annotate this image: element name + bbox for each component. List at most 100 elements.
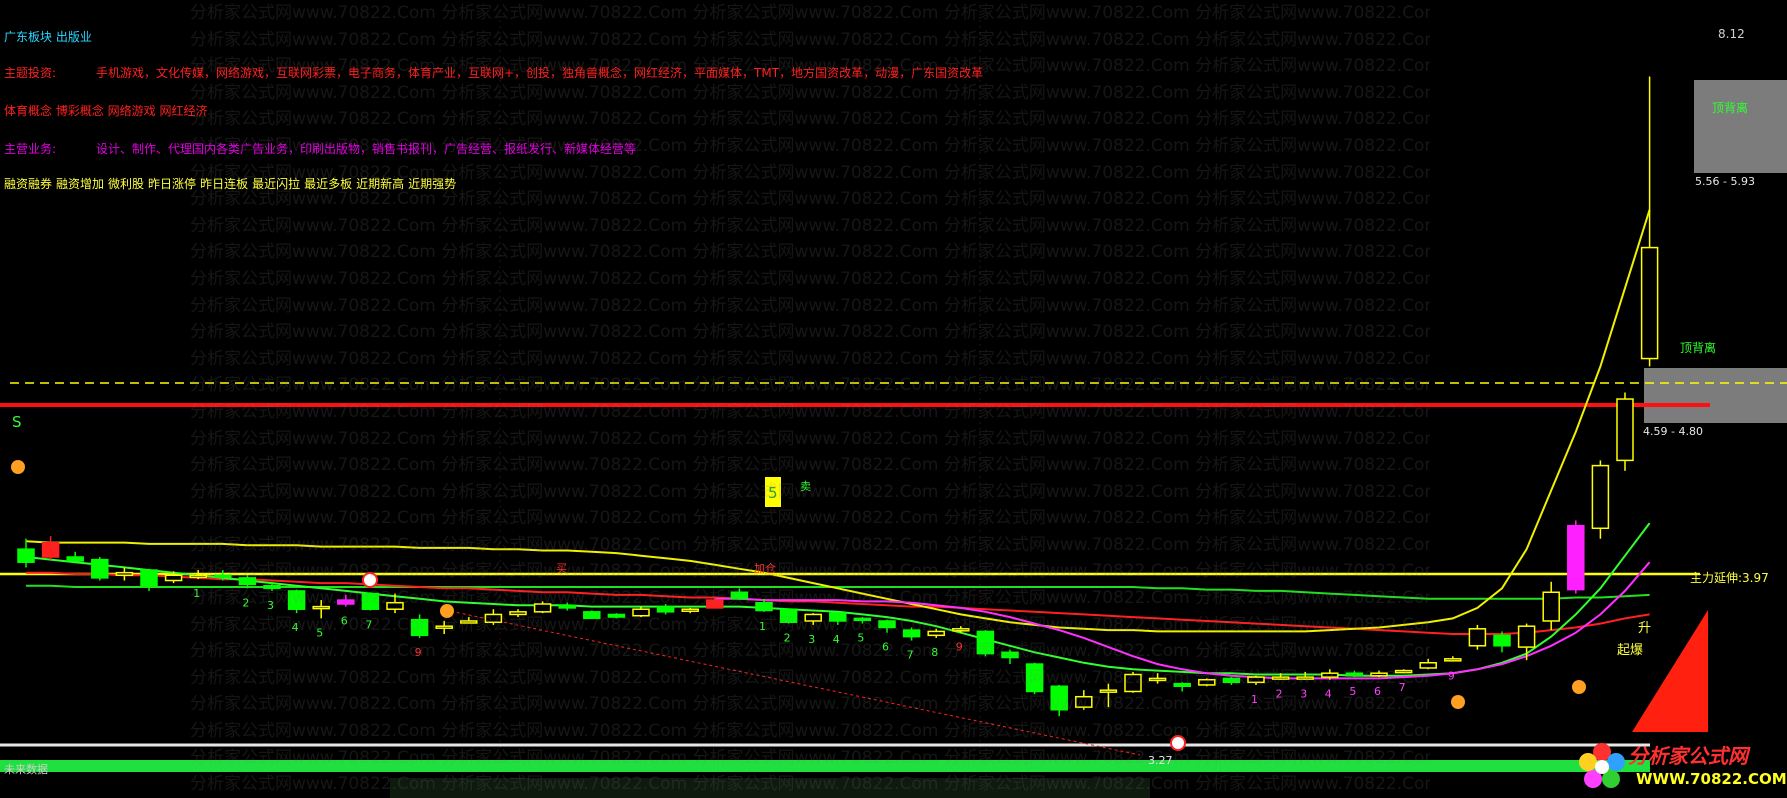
business-line: 主营业务: 设计、制作、代理国内各类广告业务，印刷出版物，销售书报刊，广告经营、报… — [4, 140, 636, 157]
candle-body — [706, 599, 724, 609]
candle-body — [583, 611, 601, 620]
candle-body — [1468, 628, 1487, 647]
td-count-label: 3 — [808, 633, 815, 646]
candle-body — [1050, 685, 1068, 711]
tag-item: 近期强势 — [408, 177, 457, 191]
td-count-label: 9 — [956, 641, 963, 654]
top-price-label: 8.12 — [1718, 27, 1745, 41]
future-data-label: 未来数据 — [4, 763, 48, 776]
logo-cn: 分析家公式网 — [1628, 744, 1748, 768]
td-count-label: 6 — [341, 615, 348, 628]
candle-body — [902, 629, 921, 638]
tags-line: 融资融券 融资增加 微利股 昨日涨停 昨日连板 最近闪拉 最近多板 近期新高 近期强势 — [4, 175, 460, 192]
surge-label: 起爆 — [1617, 643, 1643, 658]
td-count-label: 5 — [1349, 685, 1356, 698]
candle-body — [1517, 625, 1536, 648]
candle-body — [1173, 682, 1191, 688]
extend-label: 主力延伸:3.97 — [1690, 571, 1769, 585]
candle-body — [66, 556, 84, 562]
td-count-label: 7 — [365, 619, 372, 632]
candle-body — [238, 577, 257, 586]
candle-body — [164, 574, 183, 582]
td-count-label: 1 — [1251, 693, 1258, 706]
candle-body — [1124, 673, 1142, 693]
td-count-label: 7 — [907, 649, 914, 662]
divergence-label: 顶背离 — [1712, 100, 1748, 115]
business-value: 设计、制作、代理国内各类广告业务，印刷出版物，销售书报刊，广告经营、报纸发行、新… — [96, 142, 637, 156]
candle-body — [1493, 634, 1511, 647]
signal-circle — [1451, 695, 1465, 709]
candle-body — [189, 574, 207, 579]
td-count-label: 4 — [833, 633, 840, 646]
sector-label: 广东板块 出版业 — [4, 30, 92, 44]
candle-body — [1591, 464, 1610, 530]
candle-body — [1542, 591, 1560, 622]
candle-body — [1075, 695, 1093, 708]
td-count-label: 9 — [415, 646, 422, 659]
td-count-label: 4 — [292, 621, 299, 634]
signal-circle — [11, 460, 25, 474]
candle-body — [1444, 658, 1462, 662]
candle-body — [1001, 651, 1019, 659]
theme-value: 手机游戏，文化传媒，网络游戏，互联网彩票，电子商务，体育产业，互联网+，创投，独… — [96, 66, 984, 80]
candle-body — [17, 548, 35, 563]
zone-high-box — [1694, 80, 1787, 173]
candle-body — [632, 608, 650, 617]
candle-body — [878, 620, 896, 629]
td-count-label: 2 — [242, 596, 249, 609]
candle-body — [1640, 246, 1659, 360]
candle-body — [829, 612, 847, 622]
candle-body — [140, 569, 158, 587]
candle-body — [410, 618, 429, 637]
candle-body — [41, 541, 60, 558]
candle-body — [976, 630, 995, 655]
candle-body — [755, 601, 773, 612]
candle-body — [681, 608, 699, 612]
candle-body — [607, 613, 626, 618]
divergence-label: 顶背离 — [1680, 340, 1716, 355]
candle-body — [361, 592, 380, 610]
candle-body — [115, 571, 134, 577]
signal-circle — [440, 604, 454, 618]
candle-body — [312, 605, 330, 610]
candle-body — [1099, 689, 1118, 693]
td-count-label: 1 — [193, 587, 200, 600]
candle-body — [386, 601, 404, 610]
candle-body — [656, 605, 675, 613]
candle-body — [779, 608, 798, 624]
flower-icon — [1579, 743, 1625, 788]
tag-item: 融资融券 — [4, 177, 53, 191]
five-mark: 5 — [768, 484, 778, 502]
candle-body — [804, 613, 822, 622]
td-count-label: 4 — [1325, 688, 1332, 701]
candle-body — [1419, 662, 1437, 669]
sell-label: 卖 — [800, 480, 811, 493]
theme-key: 主题投资: — [4, 66, 57, 80]
concept-line: 体育概念 博彩概念 网络游戏 网红经济 — [4, 104, 208, 118]
td-count-label: 5 — [857, 632, 864, 645]
candle-body — [1222, 677, 1241, 684]
td-count-label: 8 — [931, 646, 938, 659]
candle-body — [1370, 672, 1388, 677]
signal-circle — [1572, 680, 1586, 694]
candle-body — [484, 613, 503, 624]
tag-item: 近期新高 — [356, 177, 405, 191]
zone-mid-label: 4.59 - 4.80 — [1643, 425, 1703, 438]
candle-body — [730, 591, 749, 600]
candle-body — [1247, 676, 1265, 684]
logo-url: WWW.70822.COM — [1636, 770, 1787, 788]
candle-body — [263, 584, 281, 590]
plus-circle — [362, 572, 378, 588]
tag-item: 融资增加 — [56, 177, 105, 191]
tag-item: 最近多板 — [304, 177, 353, 191]
tag-item: 昨日连板 — [200, 177, 249, 191]
candle-body — [533, 603, 552, 613]
td-count-label: 2 — [784, 632, 791, 645]
td-count-label: 6 — [882, 641, 889, 654]
candle-body — [1394, 669, 1413, 674]
business-key: 主营业务: — [4, 142, 57, 156]
candle-body — [91, 558, 109, 579]
td-count-label: 1 — [759, 620, 766, 633]
td-count-label: 5 — [316, 626, 323, 639]
zone-high-label: 5.56 - 5.93 — [1695, 175, 1755, 188]
